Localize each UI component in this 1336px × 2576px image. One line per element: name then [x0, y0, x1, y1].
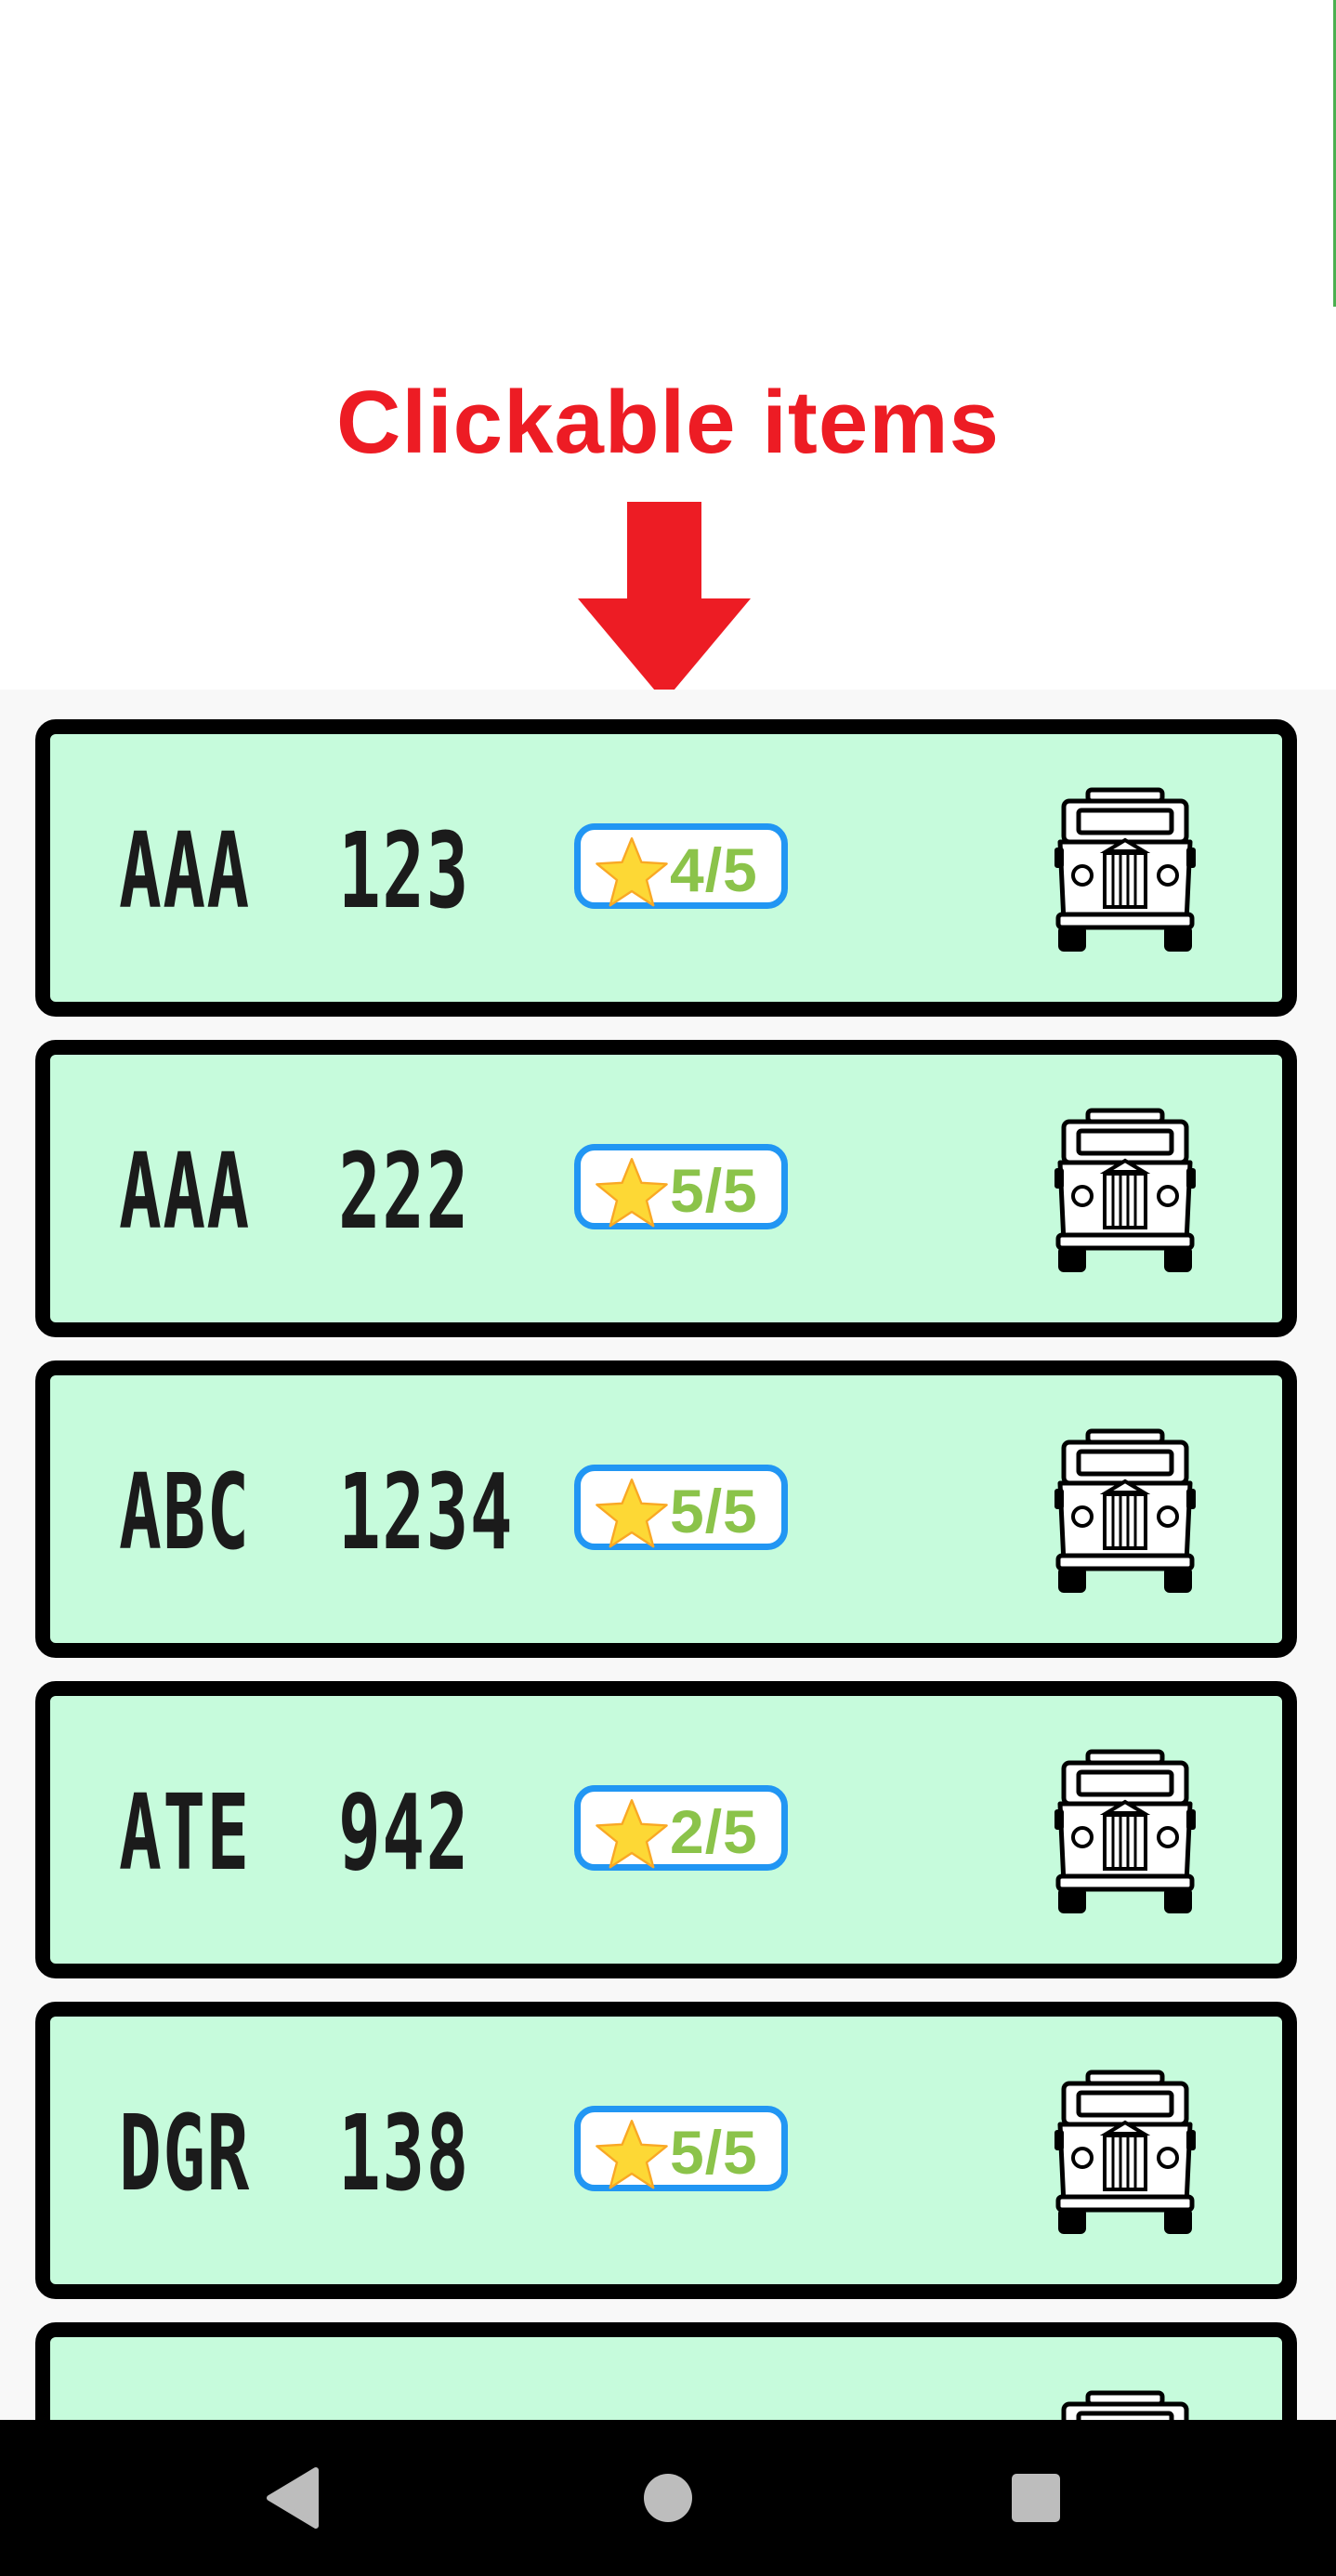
rating-score: 2/5	[670, 1797, 758, 1866]
rating-score: 5/5	[670, 2118, 758, 2187]
vehicle-list[interactable]: AAA 123 4/5 AAA 222 5/5 ABC 1234 5/5 ATE…	[0, 690, 1336, 2420]
plate-number: ATE 942	[119, 1773, 470, 1894]
jeepney-icon	[1051, 1107, 1199, 1274]
app-screen: Clickable items AAA 123 4/5 AAA 222 5/5 …	[0, 0, 1336, 2576]
rating-badge: 5/5	[574, 1144, 788, 1229]
rating-badge: 5/5	[574, 1465, 788, 1550]
plate-number: AAA 222	[119, 1132, 470, 1253]
vehicle-card[interactable]: DGR 138 5/5	[35, 2002, 1297, 2299]
down-arrow-icon	[578, 502, 751, 702]
back-triangle-icon[interactable]	[256, 2461, 331, 2535]
jeepney-icon	[1051, 2389, 1199, 2420]
vehicle-card[interactable]	[35, 2322, 1297, 2420]
star-icon	[596, 1158, 668, 1228]
vehicle-card[interactable]: ATE 942 2/5	[35, 1681, 1297, 1978]
rating-score: 4/5	[670, 835, 758, 904]
rating-score: 5/5	[670, 1477, 758, 1545]
star-icon	[596, 1479, 668, 1548]
system-nav-bar	[0, 2420, 1336, 2576]
star-icon	[596, 837, 668, 907]
star-icon	[596, 2120, 668, 2189]
vehicle-card[interactable]: AAA 123 4/5	[35, 719, 1297, 1017]
annotation-title: Clickable items	[336, 373, 1000, 472]
vehicle-card[interactable]: AAA 222 5/5	[35, 1040, 1297, 1337]
jeepney-icon	[1051, 1748, 1199, 1915]
jeepney-icon	[1051, 1427, 1199, 1595]
rating-score: 5/5	[670, 1156, 758, 1225]
star-icon	[596, 1799, 668, 1869]
recents-square-icon[interactable]	[999, 2461, 1073, 2535]
jeepney-icon	[1051, 786, 1199, 953]
rating-badge: 4/5	[574, 823, 788, 909]
vehicle-card[interactable]: ABC 1234 5/5	[35, 1360, 1297, 1658]
rating-badge: 5/5	[574, 2106, 788, 2191]
rating-badge: 2/5	[574, 1785, 788, 1871]
plate-number: ABC 1234	[119, 1452, 514, 1573]
plate-number: AAA 123	[119, 811, 470, 932]
plate-number: DGR 138	[119, 2094, 470, 2215]
home-circle-icon[interactable]	[631, 2461, 705, 2535]
jeepney-icon	[1051, 2069, 1199, 2236]
